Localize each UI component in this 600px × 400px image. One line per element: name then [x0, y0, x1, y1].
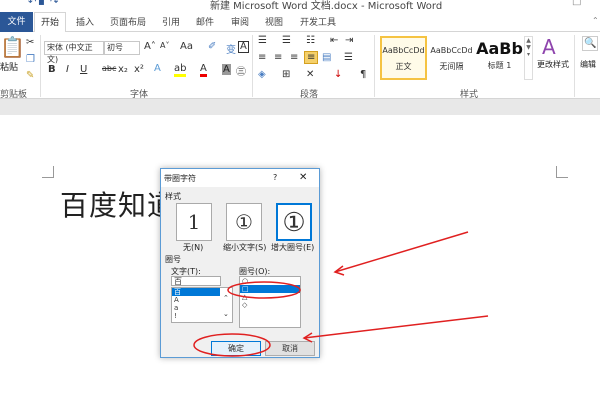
annotation-overlay: [193, 231, 489, 357]
annotation-ellipse-enclosure: [227, 281, 301, 299]
annotation-arrow: [334, 231, 469, 273]
annotation-ellipse-ok: [193, 333, 271, 357]
annotation-arrow: [303, 315, 489, 339]
